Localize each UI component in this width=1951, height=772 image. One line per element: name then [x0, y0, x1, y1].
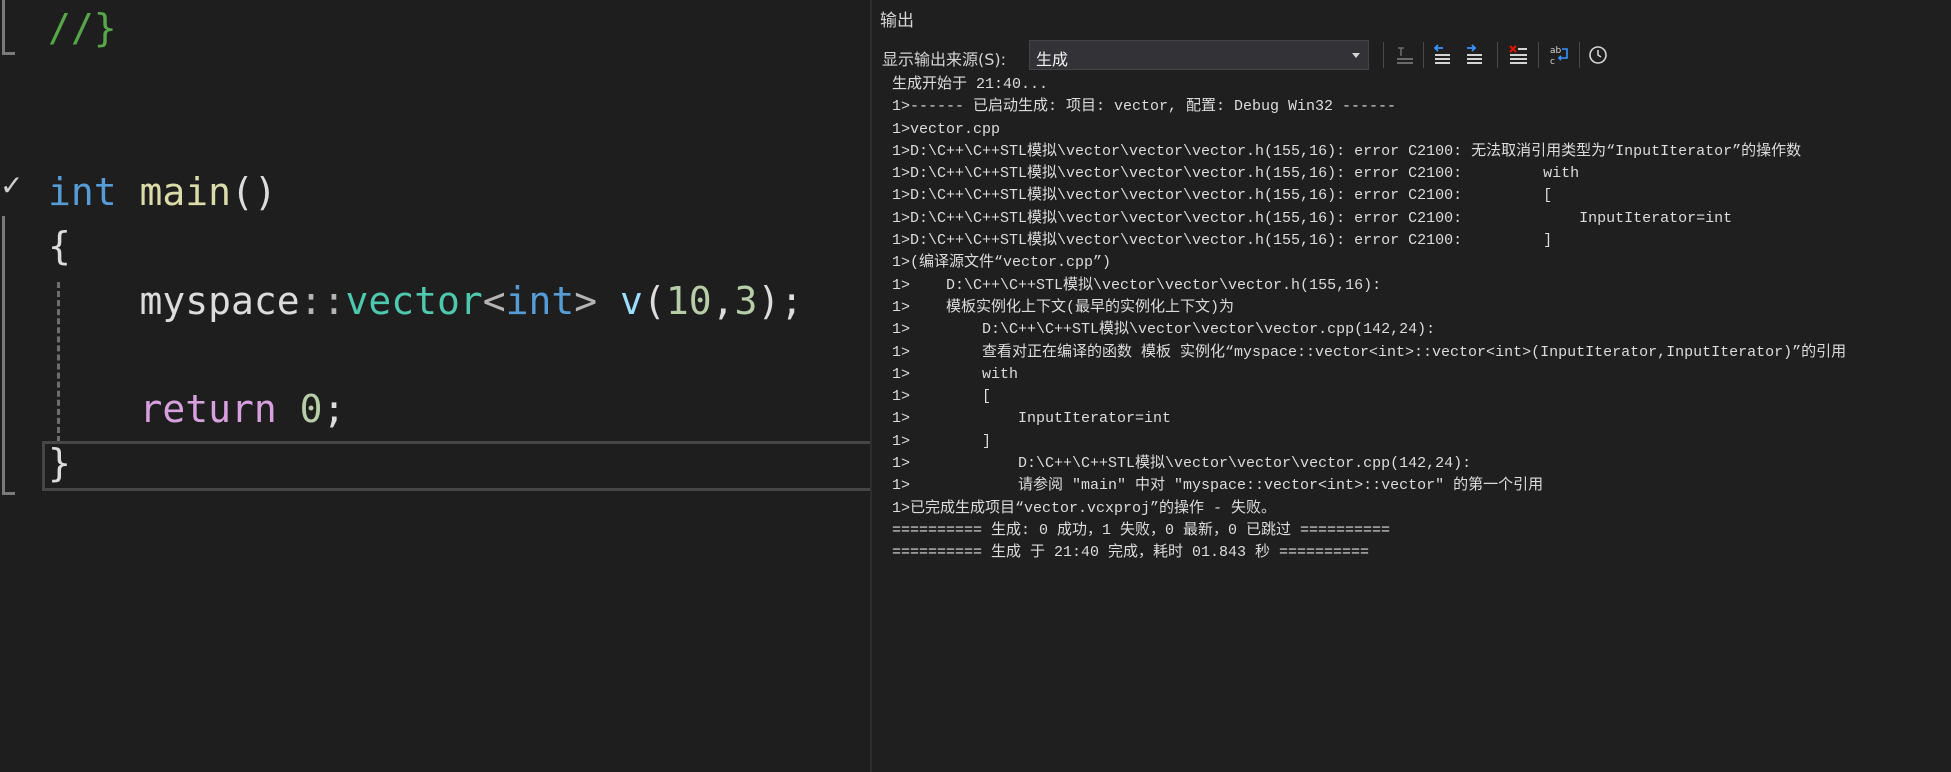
current-line-highlight — [42, 441, 872, 491]
code-line[interactable]: return 0; — [48, 383, 346, 435]
output-line: 1>D:\C++\C++STL模拟\vector\vector\vector.h… — [892, 187, 1553, 205]
output-line: 1>D:\C++\C++STL模拟\vector\vector\vector.h… — [892, 142, 1802, 160]
previous-message-icon[interactable] — [1428, 41, 1456, 69]
output-text-area[interactable]: 生成开始于 21:40... 1>------ 已启动生成: 项目: vector… — [892, 74, 1942, 565]
output-line: 1>vector.cpp — [892, 120, 1001, 138]
toolbar-separator — [1497, 42, 1498, 68]
output-line: 1> [ — [892, 388, 992, 406]
code-token: v — [620, 279, 643, 323]
output-line: 1>------ 已启动生成: 项目: vector, 配置: Debug Wi… — [892, 98, 1397, 116]
code-token: > — [574, 279, 598, 323]
timestamp-clock-icon[interactable] — [1584, 41, 1612, 69]
code-token: 10 — [665, 279, 712, 323]
output-line: ========== 生成 于 21:40 完成，耗时 01.843 秒 ===… — [892, 544, 1370, 562]
output-line: 1> 请参阅 "main" 中对 "myspace::vector<int>::… — [892, 477, 1544, 495]
output-line: 1>D:\C++\C++STL模拟\vector\vector\vector.h… — [892, 209, 1733, 227]
code-line[interactable]: } — [48, 437, 71, 489]
toolbar-separator — [1383, 42, 1384, 68]
code-token: //} — [48, 6, 117, 50]
code-token: } — [48, 441, 71, 485]
code-token: 0 — [299, 387, 323, 431]
toolbar-separator — [1538, 42, 1539, 68]
code-token: , — [711, 279, 735, 323]
code-token: ; — [322, 387, 346, 431]
goto-line-icon[interactable] — [1391, 41, 1419, 69]
output-line: 1> with — [892, 365, 1019, 383]
output-source-label: 显示输出来源(S): — [882, 50, 1007, 69]
output-line: 1> D:\C++\C++STL模拟\vector\vector\vector.… — [892, 321, 1436, 339]
code-token: ( — [642, 279, 666, 323]
word-wrap-icon[interactable]: ab c — [1545, 41, 1573, 69]
toolbar-separator — [1423, 42, 1424, 68]
code-token: vector — [345, 279, 483, 323]
code-token: myspace — [48, 279, 300, 323]
next-message-icon[interactable] — [1460, 41, 1488, 69]
code-line[interactable]: myspace::vector<int> v(10,3); — [48, 275, 804, 327]
output-source-select[interactable]: 生成 — [1029, 40, 1369, 70]
output-window: 输出 显示输出来源(S): 生成 ab c 生成开始于 21:40... 1>-… — [870, 0, 1951, 772]
code-token: main — [139, 170, 232, 214]
output-line: 1> 模板实例化上下文(最早的实例化上下文)为 — [892, 298, 1235, 316]
code-line[interactable]: { — [48, 220, 71, 272]
fold-region-top — [2, 0, 15, 55]
clear-all-icon[interactable] — [1504, 41, 1532, 69]
fold-collapse-icon[interactable]: ✓ — [0, 172, 23, 200]
code-token: { — [48, 224, 71, 268]
code-token: int — [505, 279, 575, 323]
code-token: :: — [299, 279, 346, 323]
output-window-title: 输出 — [880, 11, 914, 31]
output-line: ========== 生成: 0 成功，1 失败，0 最新，0 已跳过 ====… — [892, 521, 1391, 539]
code-line[interactable]: //} — [48, 2, 117, 54]
output-line: 1>D:\C++\C++STL模拟\vector\vector\vector.h… — [892, 165, 1580, 183]
output-line: 1> D:\C++\C++STL模拟\vector\vector\vector.… — [892, 455, 1472, 473]
svg-text:ab: ab — [1550, 46, 1562, 56]
chevron-down-icon — [1352, 53, 1360, 58]
output-line: 1>(编译源文件“vector.cpp”) — [892, 254, 1112, 272]
output-line: 1> 查看对正在编译的函数 模板 实例化“myspace::vector<int… — [892, 343, 1847, 361]
code-token: int — [48, 170, 117, 214]
code-line[interactable]: int main() — [48, 166, 277, 218]
output-line: 生成开始于 21:40... — [892, 76, 1049, 93]
fold-region-main — [2, 216, 15, 495]
output-source-value: 生成 — [1036, 50, 1069, 69]
svg-text:c: c — [1550, 57, 1555, 66]
code-token: ); — [757, 279, 804, 323]
output-line: 1>D:\C++\C++STL模拟\vector\vector\vector.h… — [892, 232, 1553, 250]
output-line: 1> InputIterator=int — [892, 410, 1172, 428]
output-toolbar: 显示输出来源(S): 生成 ab c — [872, 38, 1951, 74]
code-token: < — [482, 279, 506, 323]
code-token: 3 — [734, 279, 758, 323]
code-editor[interactable]: ✓ //} int main() { myspace::vector<int> … — [0, 0, 872, 772]
output-line: 1>已完成生成项目“vector.vcxproj”的操作 - 失败。 — [892, 499, 1277, 517]
output-line: 1> D:\C++\C++STL模拟\vector\vector\vector.… — [892, 276, 1382, 294]
code-token: () — [231, 170, 277, 214]
toolbar-separator — [1579, 42, 1580, 68]
output-line: 1> ] — [892, 432, 992, 450]
code-token: return — [48, 387, 277, 431]
